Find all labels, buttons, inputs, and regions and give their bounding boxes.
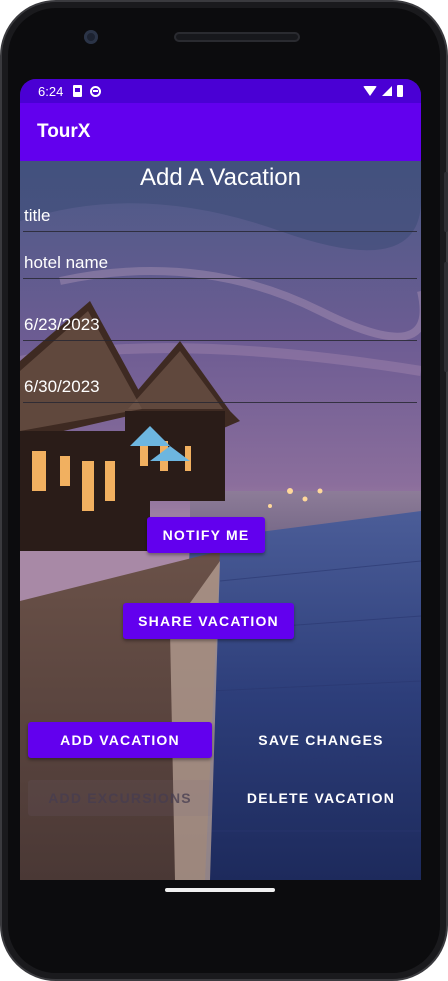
sim-icon bbox=[73, 85, 83, 97]
notify-me-button[interactable]: NOTIFY ME bbox=[147, 517, 265, 553]
save-changes-button[interactable]: SAVE CHANGES bbox=[231, 722, 411, 758]
home-gesture-bar[interactable] bbox=[165, 888, 275, 892]
phone-frame: 6:24 TourX Add A Vacation title hotel na… bbox=[0, 0, 448, 981]
signal-icon bbox=[382, 86, 392, 96]
power-button bbox=[444, 172, 448, 232]
app-title: TourX bbox=[37, 121, 91, 142]
battery-icon bbox=[397, 85, 403, 97]
add-vacation-button[interactable]: ADD VACATION bbox=[28, 722, 212, 758]
hotel-name-field-text: hotel name bbox=[24, 253, 109, 272]
title-field[interactable]: title bbox=[23, 206, 417, 232]
page-title: Add A Vacation bbox=[139, 164, 301, 191]
status-bar: 6:24 bbox=[20, 79, 421, 103]
vacation-form: Add A Vacation title hotel name 6/23/202… bbox=[20, 161, 421, 880]
front-camera bbox=[84, 30, 98, 44]
hotel-name-field[interactable]: hotel name bbox=[23, 251, 417, 279]
end-date-text: 6/30/2023 bbox=[24, 377, 100, 396]
status-time: 6:24 bbox=[38, 83, 64, 99]
volume-button bbox=[444, 262, 448, 372]
share-vacation-button[interactable]: SHARE VACATION bbox=[123, 603, 294, 639]
end-date-field[interactable]: 6/30/2023 bbox=[23, 375, 417, 403]
device-screen: 6:24 TourX Add A Vacation title hotel na… bbox=[20, 79, 421, 880]
wifi-icon bbox=[363, 86, 377, 96]
app-bar: TourX bbox=[20, 103, 421, 161]
data-saver-icon bbox=[90, 85, 102, 97]
delete-vacation-button[interactable]: DELETE VACATION bbox=[231, 780, 411, 816]
start-date-text: 6/23/2023 bbox=[24, 315, 100, 334]
title-field-text: title bbox=[24, 206, 51, 225]
earpiece-speaker bbox=[174, 32, 300, 42]
add-excursions-button[interactable]: ADD EXCURSIONS bbox=[28, 780, 212, 816]
start-date-field[interactable]: 6/23/2023 bbox=[23, 313, 417, 341]
